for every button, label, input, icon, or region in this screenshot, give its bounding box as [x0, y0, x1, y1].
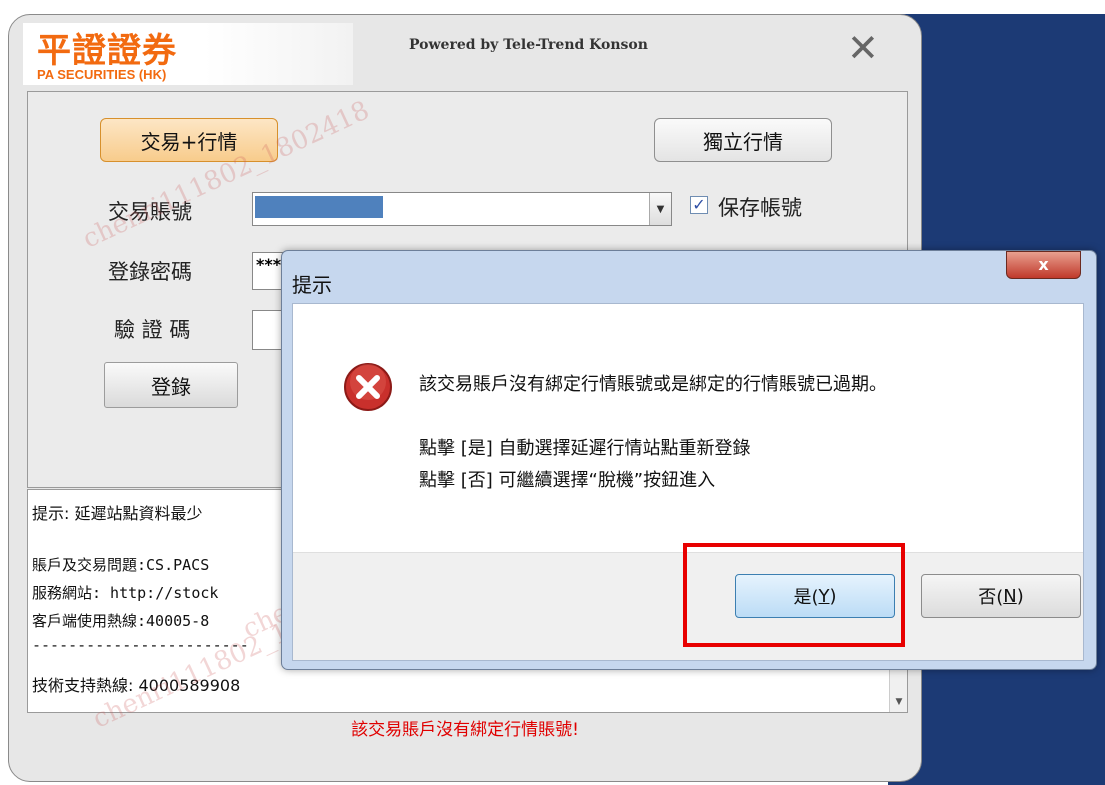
save-account-checkbox[interactable]: ✓: [690, 196, 708, 214]
no-accelerator: N: [1003, 585, 1017, 607]
no-label: 否(: [978, 587, 1004, 608]
account-value-redacted: [255, 196, 383, 218]
dialog-message-yes: 點擊 [是] 自動選擇延遲行情站點重新登錄: [419, 438, 751, 459]
account-dropdown[interactable]: ▼: [252, 192, 672, 226]
powered-by-text: Powered by Tele-Trend Konson: [409, 37, 648, 53]
dialog-message-no: 點擊 [否] 可繼續選擇“脫機”按鈕進入: [419, 470, 716, 491]
captcha-label: 驗 證 碼: [114, 318, 191, 342]
dialog-title: 提示: [292, 273, 332, 297]
dialog-close-button[interactable]: x: [1006, 251, 1081, 279]
dialog-message-main: 該交易賬戶沒有綁定行情賬號或是綁定的行情賬號已過期。: [419, 374, 887, 395]
info-line: 提示: 延遲站點資料最少: [32, 504, 203, 523]
highlight-box: [683, 543, 905, 647]
title-bar: 平證證券 PA SECURITIES (HK) Powered by Tele-…: [9, 15, 921, 90]
independent-quote-tab-button[interactable]: 獨立行情: [654, 118, 832, 162]
save-account-label: 保存帳號: [718, 196, 802, 220]
logo-chinese-text: 平證證券: [37, 31, 177, 71]
password-label: 登錄密碼: [108, 260, 192, 284]
logo-english-text: PA SECURITIES (HK): [37, 67, 167, 82]
scroll-down-icon[interactable]: ▼: [890, 692, 908, 712]
no-button[interactable]: 否(N): [921, 574, 1081, 618]
dropdown-arrow-icon[interactable]: ▼: [649, 193, 671, 225]
login-button[interactable]: 登錄: [104, 362, 238, 408]
info-line: 服務網站: http://stock: [32, 584, 219, 602]
window-close-icon[interactable]: ✕: [847, 23, 879, 73]
paren: ): [1016, 585, 1024, 607]
info-line: 客戶端使用熱線:40005-8: [32, 612, 210, 630]
brand-logo: 平證證券 PA SECURITIES (HK): [23, 23, 353, 85]
info-line: 賬戶及交易問題:CS.PACS: [32, 556, 210, 574]
status-error-message: 該交易賬戶沒有綁定行情賬號!: [351, 720, 579, 740]
error-icon: [344, 363, 392, 411]
